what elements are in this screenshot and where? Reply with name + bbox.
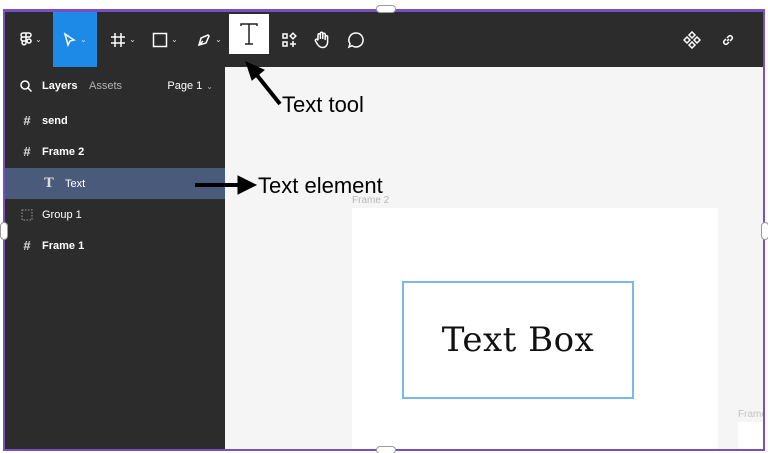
toolbar: ⌄ ⌄ ⌄ ⌄ ⌄ [5, 12, 763, 67]
frame-icon [111, 32, 126, 47]
layer-label: Group 1 [42, 208, 82, 221]
chevron-down-icon: ⌄ [171, 35, 178, 44]
layer-text[interactable]: T Text [5, 168, 225, 199]
frame-label-edge[interactable]: Frame [738, 409, 763, 420]
tab-assets[interactable]: Assets [89, 80, 122, 92]
text-icon [240, 23, 258, 45]
annotation-text-tool: Text tool [282, 92, 364, 117]
chevron-down-icon: ⌄ [80, 35, 87, 44]
frame-tool-button[interactable]: ⌄ [105, 12, 141, 67]
chevron-down-icon: ⌄ [35, 35, 42, 44]
frame-icon: # [23, 237, 31, 253]
layer-send[interactable]: # send [5, 105, 225, 136]
frame-edge[interactable] [738, 422, 763, 449]
chevron-down-icon: ⌄ [129, 35, 136, 44]
pen-icon [198, 33, 211, 46]
layer-frame-2[interactable]: # Frame 2 [5, 136, 225, 167]
text-box-element[interactable]: Text Box [402, 281, 634, 399]
chevron-down-icon: ⌄ [206, 82, 213, 91]
layer-group-1[interactable]: Group 1 [5, 199, 225, 230]
resize-handle-bottom[interactable] [376, 446, 396, 453]
annotation-text-element: Text element [258, 173, 383, 198]
move-tool-button[interactable]: ⌄ [53, 12, 97, 67]
shape-tool-button[interactable]: ⌄ [147, 12, 183, 67]
hand-tool-button[interactable] [307, 12, 337, 67]
layers-panel: Layers Assets Page 1 ⌄ # send # Frame 2 T… [5, 67, 225, 449]
page-name: Page 1 [167, 80, 203, 92]
layer-label: send [42, 114, 68, 127]
rectangle-icon [152, 32, 168, 47]
frame-icon: # [23, 143, 31, 159]
layer-frame-1[interactable]: # Frame 1 [5, 230, 225, 261]
link-icon [722, 34, 734, 45]
components-button[interactable] [677, 12, 707, 67]
hand-icon [314, 31, 329, 48]
resize-handle-left[interactable] [0, 222, 8, 240]
figma-logo-icon [20, 31, 32, 45]
page-selector[interactable]: Page 1 ⌄ [167, 80, 213, 92]
text-icon: T [44, 175, 54, 191]
text-tool-button[interactable] [229, 14, 269, 54]
search-icon[interactable] [19, 79, 33, 93]
resources-icon [282, 31, 297, 47]
comment-icon [347, 31, 364, 48]
chevron-down-icon: ⌄ [215, 35, 222, 44]
frame-2[interactable]: Text Box [352, 208, 718, 449]
layer-label: Frame 2 [42, 145, 85, 158]
layer-label: Text [65, 177, 86, 190]
panel-header: Layers Assets Page 1 ⌄ [5, 67, 225, 105]
frame-icon: # [23, 112, 31, 128]
layer-label: Frame 1 [42, 239, 85, 252]
resize-handle-top[interactable] [376, 5, 396, 13]
text-box-content[interactable]: Text Box [442, 320, 594, 360]
comment-tool-button[interactable] [341, 12, 371, 67]
main-menu-button[interactable]: ⌄ [13, 12, 49, 67]
cursor-arrow-icon [63, 31, 76, 47]
pen-tool-button[interactable]: ⌄ [191, 12, 227, 67]
editor-window: ⌄ ⌄ ⌄ ⌄ ⌄ Layers Assets Page 1 ⌄ # send … [3, 9, 765, 451]
tab-layers[interactable]: Layers [42, 80, 77, 92]
resources-button[interactable] [273, 12, 305, 67]
group-icon [21, 209, 33, 221]
component-icon [683, 30, 701, 49]
canvas[interactable]: Frame 2 Text Box Frame [225, 67, 763, 449]
link-button[interactable] [713, 12, 743, 67]
resize-handle-right[interactable] [761, 222, 768, 240]
